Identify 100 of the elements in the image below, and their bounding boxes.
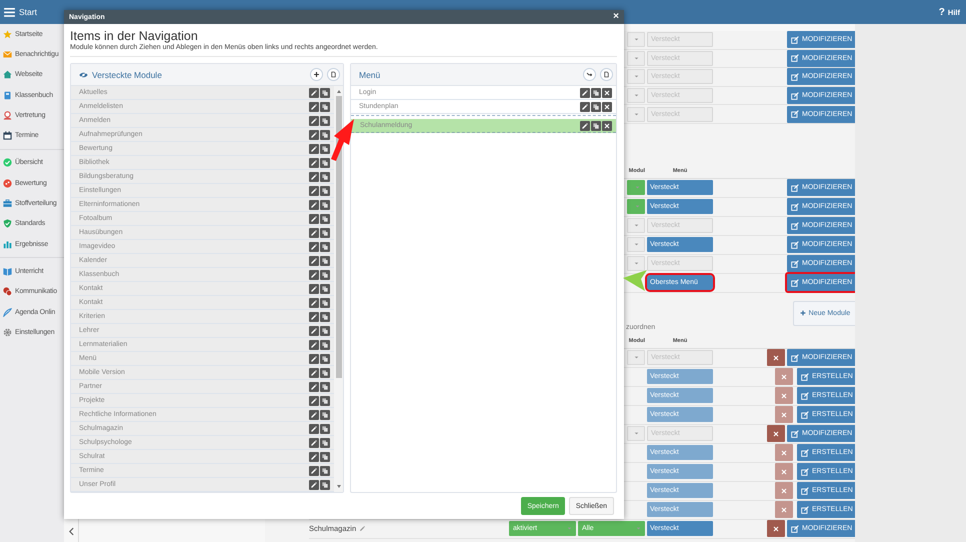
document-button[interactable]: [600, 68, 613, 81]
caret-icon: [634, 94, 639, 98]
pencil-icon: [310, 480, 318, 488]
copy-button[interactable]: [320, 270, 330, 280]
edit-button[interactable]: [309, 368, 319, 378]
edit-button[interactable]: [309, 312, 319, 322]
chevron-left-icon[interactable]: [68, 527, 74, 536]
edit-icon: [791, 184, 799, 192]
edit-button[interactable]: [309, 116, 319, 126]
copy-button[interactable]: [320, 172, 330, 182]
caret-icon: [635, 186, 640, 190]
document-icon: [330, 71, 337, 78]
help-icon[interactable]: ?: [938, 6, 945, 18]
copy-button[interactable]: [320, 116, 330, 126]
edit-button[interactable]: [309, 186, 319, 196]
copy-button[interactable]: [320, 158, 330, 168]
copy-button[interactable]: [320, 354, 330, 364]
edit-button[interactable]: [309, 382, 319, 392]
edit-button[interactable]: [309, 424, 319, 434]
copy-button[interactable]: [320, 452, 330, 462]
feather-icon: [3, 308, 12, 316]
edit-button[interactable]: [309, 284, 319, 294]
copy-button[interactable]: [320, 298, 330, 308]
edit-button[interactable]: [309, 228, 319, 238]
edit-icon: [801, 392, 809, 400]
remove-button[interactable]: [602, 120, 612, 130]
edit-button[interactable]: [309, 172, 319, 182]
edit-button[interactable]: [309, 466, 319, 476]
copy-button[interactable]: [320, 396, 330, 406]
pencil-icon: [310, 242, 318, 250]
copy-button[interactable]: [591, 88, 601, 98]
add-button[interactable]: [310, 68, 323, 81]
pencil-icon: [310, 298, 318, 306]
copy-button[interactable]: [320, 102, 330, 112]
edit-button[interactable]: [309, 480, 319, 490]
pencil-icon: [310, 144, 318, 152]
link-button[interactable]: [583, 68, 596, 81]
edit-button[interactable]: [580, 102, 590, 112]
copy-button[interactable]: [320, 340, 330, 350]
edit-button[interactable]: [309, 88, 319, 98]
copy-button[interactable]: [591, 120, 601, 130]
delete-button[interactable]: [767, 425, 785, 442]
caret-icon: [636, 527, 641, 530]
edit-button[interactable]: [309, 200, 319, 210]
copy-button[interactable]: [320, 438, 330, 448]
copy-button[interactable]: [320, 242, 330, 252]
edit-button[interactable]: [309, 130, 319, 140]
edit-button[interactable]: [309, 354, 319, 364]
edit-button[interactable]: [309, 214, 319, 224]
edit-button[interactable]: [309, 452, 319, 462]
close-button[interactable]: ×: [613, 12, 619, 22]
remove-button[interactable]: [602, 88, 612, 98]
copy-button[interactable]: [320, 214, 330, 224]
copy-button[interactable]: [320, 382, 330, 392]
eye-icon: [79, 72, 88, 78]
edit-button[interactable]: [309, 340, 319, 350]
pencil-icon: [359, 525, 366, 532]
plus-icon: [800, 310, 806, 316]
remove-button[interactable]: [602, 102, 612, 112]
pencil-icon: [310, 438, 318, 446]
edit-button[interactable]: [309, 256, 319, 266]
pencil-icon: [310, 130, 318, 138]
copy-button[interactable]: [320, 326, 330, 336]
edit-button[interactable]: [309, 270, 319, 280]
edit-button[interactable]: [580, 88, 590, 98]
edit-button[interactable]: [309, 396, 319, 406]
copy-button[interactable]: [320, 144, 330, 154]
edit-button[interactable]: [309, 102, 319, 112]
edit-button[interactable]: [309, 326, 319, 336]
copy-button[interactable]: [320, 466, 330, 476]
edit-button[interactable]: [309, 298, 319, 308]
copy-button[interactable]: [320, 130, 330, 140]
copy-button[interactable]: [320, 410, 330, 420]
person-icon: [3, 110, 12, 120]
document-button[interactable]: [327, 68, 340, 81]
copy-button[interactable]: [320, 88, 330, 98]
copy-button[interactable]: [320, 312, 330, 322]
copy-button[interactable]: [320, 256, 330, 266]
pencil-icon: [310, 256, 318, 264]
close-icon: [780, 372, 788, 381]
edit-button[interactable]: [309, 158, 319, 168]
copy-button[interactable]: [591, 102, 601, 112]
close-icon: [603, 102, 611, 110]
copy-button[interactable]: [320, 228, 330, 238]
callout-arrow: [623, 270, 647, 291]
delete-button[interactable]: [767, 520, 785, 538]
edit-button[interactable]: [309, 144, 319, 154]
pencil-icon: [310, 466, 318, 474]
copy-button[interactable]: [320, 186, 330, 196]
edit-button[interactable]: [309, 438, 319, 448]
edit-button[interactable]: [309, 410, 319, 420]
copy-button[interactable]: [320, 200, 330, 210]
edit-button[interactable]: [580, 120, 590, 130]
copy-button[interactable]: [320, 424, 330, 434]
copy-button[interactable]: [320, 368, 330, 378]
delete-button[interactable]: [767, 349, 785, 366]
pencil-icon: [310, 186, 318, 194]
copy-button[interactable]: [320, 284, 330, 294]
copy-button[interactable]: [320, 480, 330, 490]
edit-button[interactable]: [309, 242, 319, 252]
